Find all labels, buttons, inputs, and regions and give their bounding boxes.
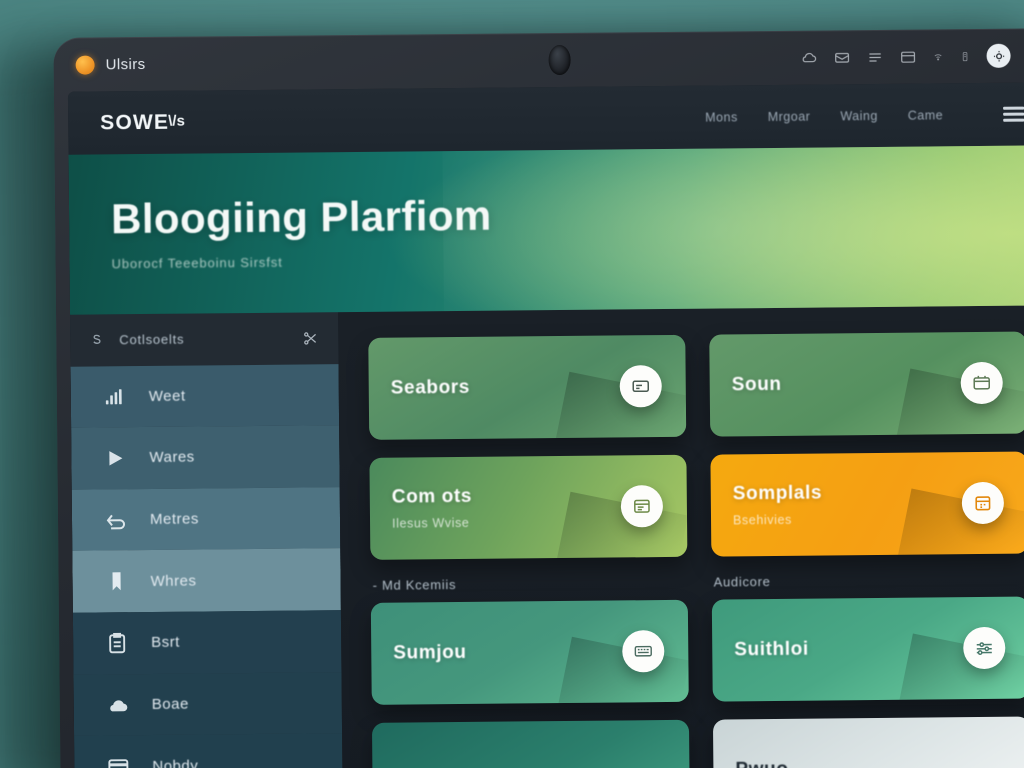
play-icon (103, 446, 127, 470)
sidebar-item-label: Whres (150, 572, 197, 590)
card-grid-bottom: Sumjou Suithloi (370, 596, 1024, 768)
calendar-icon (961, 481, 1005, 525)
nav-link-3[interactable]: Waing (840, 108, 878, 122)
clipboard-icon (105, 631, 129, 655)
section-label-left: - Md Kcemiis (372, 577, 457, 593)
sidebar-item-label: Boae (151, 695, 189, 713)
sidebar-item-nobdy[interactable]: Nobdy (74, 733, 343, 768)
card-title: Pwuo (735, 759, 788, 768)
card-title: Soun (731, 373, 782, 396)
keyboard-icon (622, 630, 665, 673)
window-icon (620, 485, 664, 528)
card-title: Seabors (390, 376, 471, 399)
reply-icon (104, 508, 128, 532)
nav-link-4[interactable]: Came (908, 108, 943, 122)
card-seabors[interactable]: Seabors (368, 334, 687, 440)
os-active-app[interactable]: Ulsirs (75, 54, 146, 75)
nav-link-1[interactable]: Mons (705, 110, 738, 124)
wifi-icon[interactable] (933, 49, 944, 64)
sidebar-item-whres[interactable]: Whres (72, 548, 341, 613)
scissors-icon[interactable] (302, 330, 318, 346)
list-icon[interactable] (867, 48, 884, 65)
hamburger-icon[interactable] (1003, 106, 1024, 122)
brand-text: SOWE (100, 110, 170, 134)
os-top-bar: Ulsirs (67, 28, 1024, 91)
card-shade (545, 371, 687, 440)
card-somplals[interactable]: Somplals Bsehivies (710, 451, 1024, 557)
page-subtitle: Uborocf Teeeboinu Sirsfst (111, 254, 283, 271)
scene-backdrop: Ulsirs SOWE \/s Mons Mrgoar Waing Came B… (0, 0, 1024, 768)
card-shade (548, 636, 689, 705)
card-grid-top: Seabors Soun Com ots Ilesus Wvise Sompla… (368, 331, 1024, 560)
sidebar-item-bsrt[interactable]: Bsrt (72, 610, 342, 675)
orange-circle-icon (75, 54, 95, 75)
cloud-icon (106, 693, 130, 717)
card-title: Suithloi (734, 638, 809, 661)
calendar-icon (960, 361, 1003, 405)
card-subtitle: Bsehivies (732, 512, 793, 528)
bar-chart-icon (103, 385, 127, 409)
cloud-icon[interactable] (801, 49, 818, 66)
section-label-row: - Md Kcemiis Audicore (371, 572, 1024, 593)
settings-gear-icon[interactable] (986, 43, 1011, 68)
content-area: Seabors Soun Com ots Ilesus Wvise Sompla… (338, 305, 1024, 768)
screen: SOWE \/s Mons Mrgoar Waing Came Bloogiing… (67, 82, 1024, 768)
card-title: Somplals (732, 482, 823, 505)
card-com-ots[interactable]: Com ots Ilesus Wvise (369, 454, 688, 560)
brand-mark: \/s (168, 112, 185, 130)
sidebar-title: Cotlsoelts (119, 331, 185, 348)
sidebar-item-weet[interactable]: Weet (70, 363, 340, 428)
card-pwuo[interactable]: Pwuo (712, 716, 1024, 768)
card-soun[interactable]: Soun (709, 331, 1024, 437)
camera-lens (548, 44, 571, 76)
bookmark-icon (104, 569, 128, 593)
site-navigation-bar: SOWE \/s Mons Mrgoar Waing Came (67, 82, 1024, 155)
nav-link-2[interactable]: Mrgoar (768, 109, 811, 123)
sidebar-item-label: Wares (149, 449, 195, 467)
card-icon (106, 754, 130, 768)
nav-links: Mons Mrgoar Waing Came (705, 106, 1024, 125)
card-bottom-left[interactable] (371, 719, 690, 768)
tablet-device: Ulsirs SOWE \/s Mons Mrgoar Waing Came B… (53, 28, 1024, 768)
section-label-right: Audicore (713, 574, 771, 590)
sidebar-item-boae[interactable]: Boae (73, 671, 343, 737)
page-title: Bloogiing Plarfiom (110, 192, 492, 243)
sidebar-item-label: Metres (149, 510, 199, 529)
sidebar-header: Cotlsoelts (70, 312, 339, 367)
os-system-tray (800, 43, 1024, 69)
os-app-label: Ulsirs (105, 55, 146, 73)
window-icon[interactable] (900, 48, 917, 65)
sidebar: Cotlsoelts Weet Wares Metres Whres Bsrt … (70, 312, 343, 768)
card-sumjou[interactable]: Sumjou (370, 599, 689, 705)
card-subtitle: Ilesus Wvise (391, 515, 470, 531)
brand-logo[interactable]: SOWE \/s (100, 110, 185, 135)
sidebar-item-label: Bsrt (151, 634, 180, 652)
workspace: Cotlsoelts Weet Wares Metres Whres Bsrt … (70, 305, 1024, 768)
sidebar-item-wares[interactable]: Wares (71, 425, 340, 490)
card-title: Com ots (391, 485, 473, 508)
sidebar-item-label: Weet (148, 387, 186, 405)
sidebar-item-metres[interactable]: Metres (71, 486, 341, 552)
card-title: Sumjou (393, 641, 467, 664)
sliders-icon (963, 626, 1006, 670)
mail-icon[interactable] (834, 49, 851, 66)
card-icon (619, 365, 662, 408)
card-shade (546, 491, 688, 560)
hero-banner: Bloogiing Plarfiom Uborocf Teeeboinu Sir… (68, 145, 1024, 315)
dollar-icon (88, 332, 105, 349)
sidebar-item-label: Nobdy (152, 757, 199, 768)
card-suithloi[interactable]: Suithloi (711, 596, 1024, 702)
card-shade (886, 368, 1024, 437)
battery-icon[interactable] (960, 49, 971, 64)
